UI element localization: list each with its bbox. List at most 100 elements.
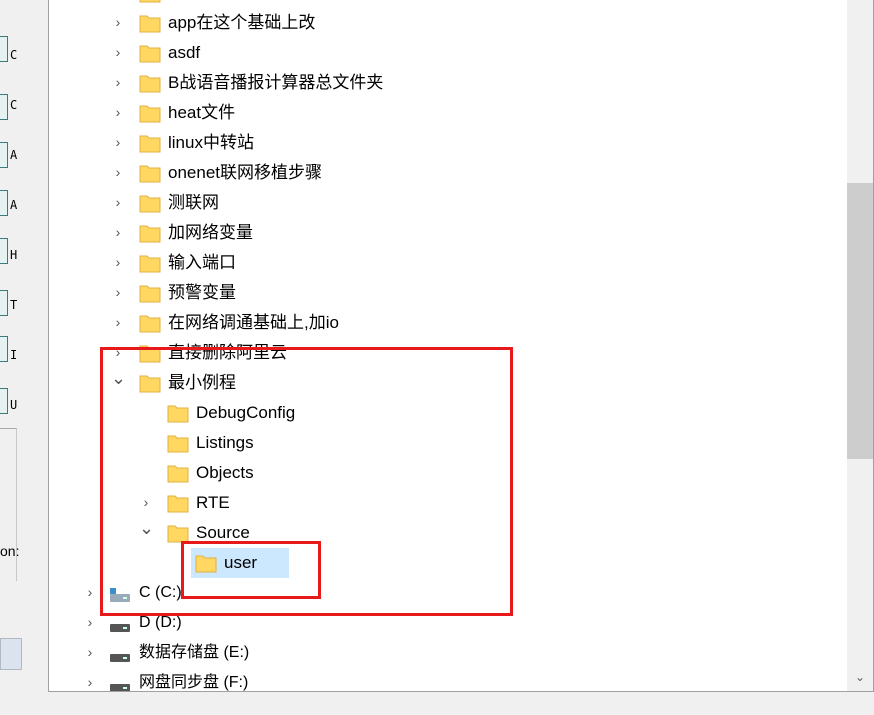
chevron-right-icon[interactable]: › (111, 224, 125, 240)
tree-row[interactable]: Objects (49, 458, 843, 488)
chevron-right-icon[interactable]: › (111, 284, 125, 300)
tree-item-label: Source (196, 523, 250, 542)
drive-label: C (C:) (139, 584, 182, 601)
tree-item-label: 在网络调通基础上,加io (168, 313, 339, 332)
chevron-right-icon[interactable]: › (111, 104, 125, 120)
tree-item-label: RTE (196, 493, 230, 512)
tree-item-label: 直接删除阿里云 (168, 343, 287, 362)
drive-row[interactable]: › D (D:) (49, 608, 843, 638)
drive-icon (110, 684, 130, 691)
drive-label: 数据存储盘 (E:) (139, 644, 250, 661)
drive-row[interactable]: › 网盘同步盘 (F:) (49, 668, 843, 691)
folder-icon (195, 555, 217, 573)
folder-icon (167, 465, 189, 483)
tree-item-label: asdf (168, 43, 201, 62)
chevron-down-icon[interactable]: ⌄ (139, 519, 154, 537)
file-letter: A (10, 198, 18, 212)
scroll-thumb[interactable] (847, 183, 873, 459)
file-icon (0, 238, 8, 264)
folder-icon (139, 165, 161, 183)
folder-icon (139, 105, 161, 123)
partial-button[interactable] (0, 638, 22, 670)
chevron-right-icon[interactable]: › (83, 584, 97, 600)
drive-icon (110, 624, 130, 632)
tree-row[interactable]: › app在这个基础上改 (49, 8, 843, 38)
tree-item-label: 最小例程 (168, 373, 236, 392)
file-letter: I (10, 348, 18, 362)
folder-icon (139, 45, 161, 63)
vertical-scrollbar[interactable]: ⌄ (847, 0, 873, 691)
tree-item-label: user (224, 553, 258, 572)
chevron-right-icon[interactable]: › (111, 254, 125, 270)
tree-row[interactable]: › RTE (49, 488, 843, 518)
chevron-right-icon[interactable]: › (111, 14, 125, 30)
folder-icon (167, 435, 189, 453)
tree-item-label: heat文件 (168, 103, 236, 122)
partial-label: on: (0, 543, 20, 559)
chevron-right-icon[interactable]: › (111, 74, 125, 90)
tree-row[interactable]: user (49, 548, 843, 578)
scroll-down-arrow-icon[interactable]: ⌄ (847, 666, 873, 688)
folder-icon (167, 405, 189, 423)
drive-label: D (D:) (139, 614, 182, 631)
chevron-right-icon[interactable]: › (111, 44, 125, 60)
drive-row[interactable]: › C (C:) (49, 578, 843, 608)
file-icon (0, 94, 8, 120)
chevron-right-icon[interactable]: › (111, 134, 125, 150)
tree-row[interactable]: › onenet联网移植步骤 (49, 158, 843, 188)
tree-row[interactable]: › asdf (49, 38, 843, 68)
chevron-right-icon[interactable]: › (111, 164, 125, 180)
tree-item-label: 输入端口 (168, 253, 236, 272)
file-icon (0, 388, 8, 414)
folder-icon (139, 15, 161, 33)
tree-row[interactable]: › 在网络调通基础上,加io (49, 308, 843, 338)
tree-item-label: 加网络变量 (168, 223, 253, 242)
file-letter: U (10, 398, 18, 412)
tree-row[interactable]: › heat文件 (49, 98, 843, 128)
file-icon (0, 36, 8, 62)
tree-row[interactable]: › 输入端口 (49, 248, 843, 278)
file-letter: C (10, 98, 18, 112)
drive-icon (110, 588, 130, 602)
drive-icon (110, 654, 130, 662)
folder-icon (139, 315, 161, 333)
tree-row[interactable]: DebugConfig (49, 398, 843, 428)
folder-icon (139, 225, 161, 243)
tree-item-label: Objects (196, 463, 254, 482)
chevron-right-icon[interactable]: › (83, 644, 97, 660)
tree-row[interactable]: › 测联网 (49, 188, 843, 218)
tree-row[interactable]: › 预警变量 (49, 278, 843, 308)
tree-item-label: Listings (196, 433, 254, 452)
chevron-right-icon[interactable]: › (111, 344, 125, 360)
tree-row[interactable]: ⌄ Source (49, 518, 843, 548)
chevron-right-icon[interactable]: › (83, 674, 97, 690)
folder-icon (139, 135, 161, 153)
chevron-right-icon[interactable]: › (111, 194, 125, 210)
background-dialog-strip: C C A A H T I U on: (0, 0, 22, 715)
tree-row[interactable]: ⌄ 最小例程 (49, 368, 843, 398)
tree-row[interactable]: › B战语音播报计算器总文件夹 (49, 68, 843, 98)
tree-item-label: 预警变量 (168, 283, 236, 302)
drive-row[interactable]: › 数据存储盘 (E:) (49, 638, 843, 668)
file-letter: A (10, 148, 18, 162)
chevron-right-icon[interactable]: › (139, 494, 153, 510)
file-icon (0, 290, 8, 316)
folder-icon (167, 525, 189, 543)
tree-row[interactable]: › 加网络变量 (49, 218, 843, 248)
tree-item-label: DebugConfig (196, 403, 296, 422)
tree-row[interactable]: › linux中转站 (49, 128, 843, 158)
drive-label: 网盘同步盘 (F:) (139, 674, 249, 691)
folder-icon (139, 375, 161, 393)
file-letter: C (10, 48, 18, 62)
chevron-down-icon[interactable]: ⌄ (111, 369, 126, 387)
chevron-right-icon[interactable]: › (111, 314, 125, 330)
folder-icon (167, 495, 189, 513)
folder-tree[interactable]: › ›app在这个基础上改›asdf›B战语音播报计算器总文件夹›heat文件›… (48, 0, 874, 692)
tree-row[interactable]: › 直接删除阿里云 (49, 338, 843, 368)
file-icon (0, 190, 8, 216)
file-icon (0, 142, 8, 168)
tree-row-clipped[interactable]: › (49, 0, 843, 8)
chevron-right-icon[interactable]: › (83, 614, 97, 630)
tree-row[interactable]: Listings (49, 428, 843, 458)
tree-item-label: 测联网 (168, 193, 219, 212)
